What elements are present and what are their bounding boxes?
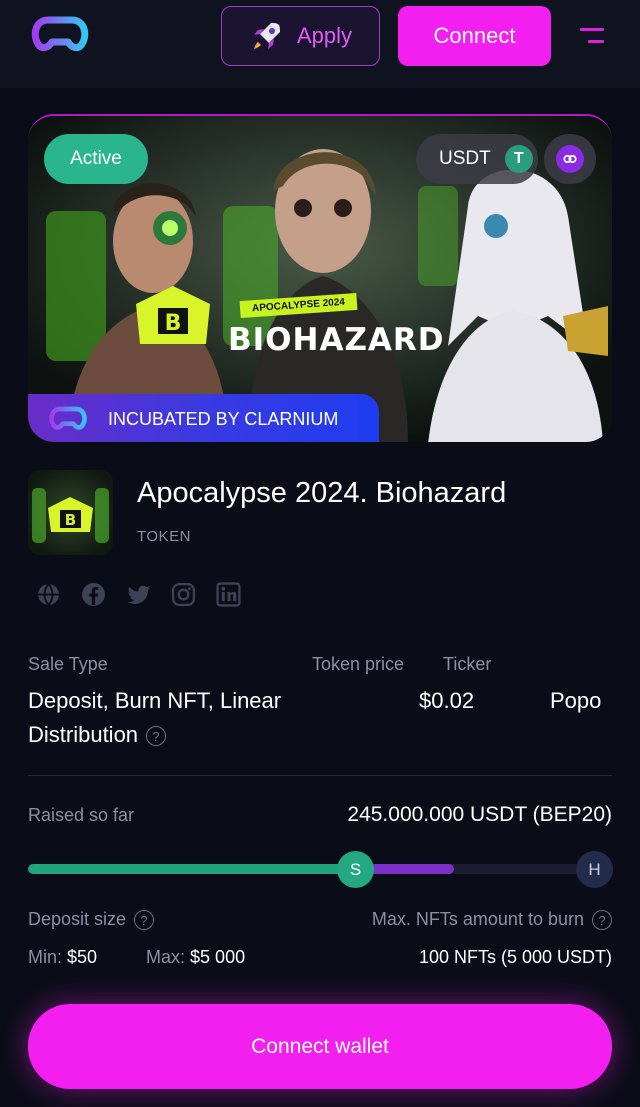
raised-value: 245.000.000 USDT (BEP20) xyxy=(347,803,612,826)
instagram-icon[interactable] xyxy=(171,582,196,607)
hard-cap-marker[interactable]: H xyxy=(576,851,613,888)
status-badge: Active xyxy=(44,134,148,184)
art-logo-letter: B xyxy=(165,311,182,336)
tether-icon-glyph: T xyxy=(513,150,524,167)
max-nfts-help-icon[interactable]: ? xyxy=(592,910,612,931)
sale-type-value-line2: Distribution? xyxy=(28,722,167,748)
min-key: Min: xyxy=(28,947,63,967)
token-title: Apocalypse 2024. Biohazard xyxy=(137,477,507,509)
apply-label: Apply xyxy=(296,23,353,48)
max-nfts-text: Max. NFTs amount to burn xyxy=(371,909,584,929)
deposit-help-icon[interactable]: ? xyxy=(134,910,155,931)
facebook-icon[interactable] xyxy=(81,582,106,607)
currency-label: USDT xyxy=(439,148,491,169)
currency-badge: USDT T xyxy=(416,134,538,184)
deposit-min: Min: $50 xyxy=(28,947,97,968)
incubated-ribbon[interactable]: INCUBATED BY CLARNIUM xyxy=(28,394,379,442)
max-nfts-label: Max. NFTs amount to burn? xyxy=(371,909,612,931)
deposit-size-text: Deposit size xyxy=(28,909,127,929)
token-thumbnail-art: B xyxy=(32,488,109,543)
chain-link-icon xyxy=(563,154,577,164)
max-nfts-value: 100 NFTs (5 000 USDT) xyxy=(419,947,612,968)
tether-icon: T xyxy=(504,145,533,173)
globe-icon[interactable] xyxy=(36,582,61,607)
incubated-label: INCUBATED BY CLARNIUM xyxy=(108,408,339,429)
deposit-size-label: Deposit size? xyxy=(28,909,155,931)
raised-label: Raised so far xyxy=(28,805,135,825)
token-type: TOKEN xyxy=(137,528,191,545)
polygon-icon xyxy=(556,145,584,173)
max-key: Max: xyxy=(146,947,186,967)
token-price-value: $0.02 xyxy=(419,688,475,713)
art-title: BIOHAZARD xyxy=(228,322,445,358)
divider xyxy=(28,775,612,776)
project-banner[interactable]: B APOCALYPSE 2024 BIOHAZARD Active USDT … xyxy=(28,114,612,442)
token-price-label: Token price xyxy=(312,654,405,674)
sale-type-help-icon[interactable]: ? xyxy=(146,726,167,747)
ticker-value: Popo xyxy=(550,688,602,713)
min-value: $50 xyxy=(67,947,98,967)
soft-cap-letter: S xyxy=(349,859,362,879)
rocket-icon xyxy=(253,23,280,49)
ticker-label: Ticker xyxy=(443,654,492,674)
connect-wallet-button[interactable]: Connect wallet xyxy=(28,1004,612,1089)
sale-type-value-line1: Deposit, Burn NFT, Linear xyxy=(28,688,282,713)
hamburger-menu-icon[interactable] xyxy=(578,26,606,46)
token-thumb-letter: B xyxy=(65,511,76,529)
linkedin-icon[interactable] xyxy=(216,582,241,607)
max-value: $5 000 xyxy=(190,947,246,967)
hard-cap-letter: H xyxy=(588,859,601,879)
sale-type-label: Sale Type xyxy=(28,654,108,674)
clarnium-logo-icon xyxy=(49,406,87,430)
app-logo-icon[interactable] xyxy=(28,14,92,56)
deposit-max: Max: $5 000 xyxy=(146,947,245,968)
chain-link-button[interactable] xyxy=(544,134,596,184)
connect-button[interactable]: Connect xyxy=(398,6,551,66)
connect-wallet-label: Connect wallet xyxy=(251,1034,389,1058)
apply-button[interactable]: Apply xyxy=(221,6,380,66)
progress-fill-soft xyxy=(28,864,355,874)
max-nfts-value-text: 100 NFTs (5 000 USDT) xyxy=(418,947,612,967)
sale-type-value-text: Distribution xyxy=(28,722,139,747)
social-links xyxy=(36,582,241,607)
token-thumbnail: B xyxy=(28,470,113,555)
twitter-icon[interactable] xyxy=(126,582,151,607)
status-label: Active xyxy=(70,148,122,169)
soft-cap-marker[interactable]: S xyxy=(337,851,374,888)
top-bar: Apply Connect xyxy=(0,0,640,88)
connect-label: Connect xyxy=(433,23,516,48)
